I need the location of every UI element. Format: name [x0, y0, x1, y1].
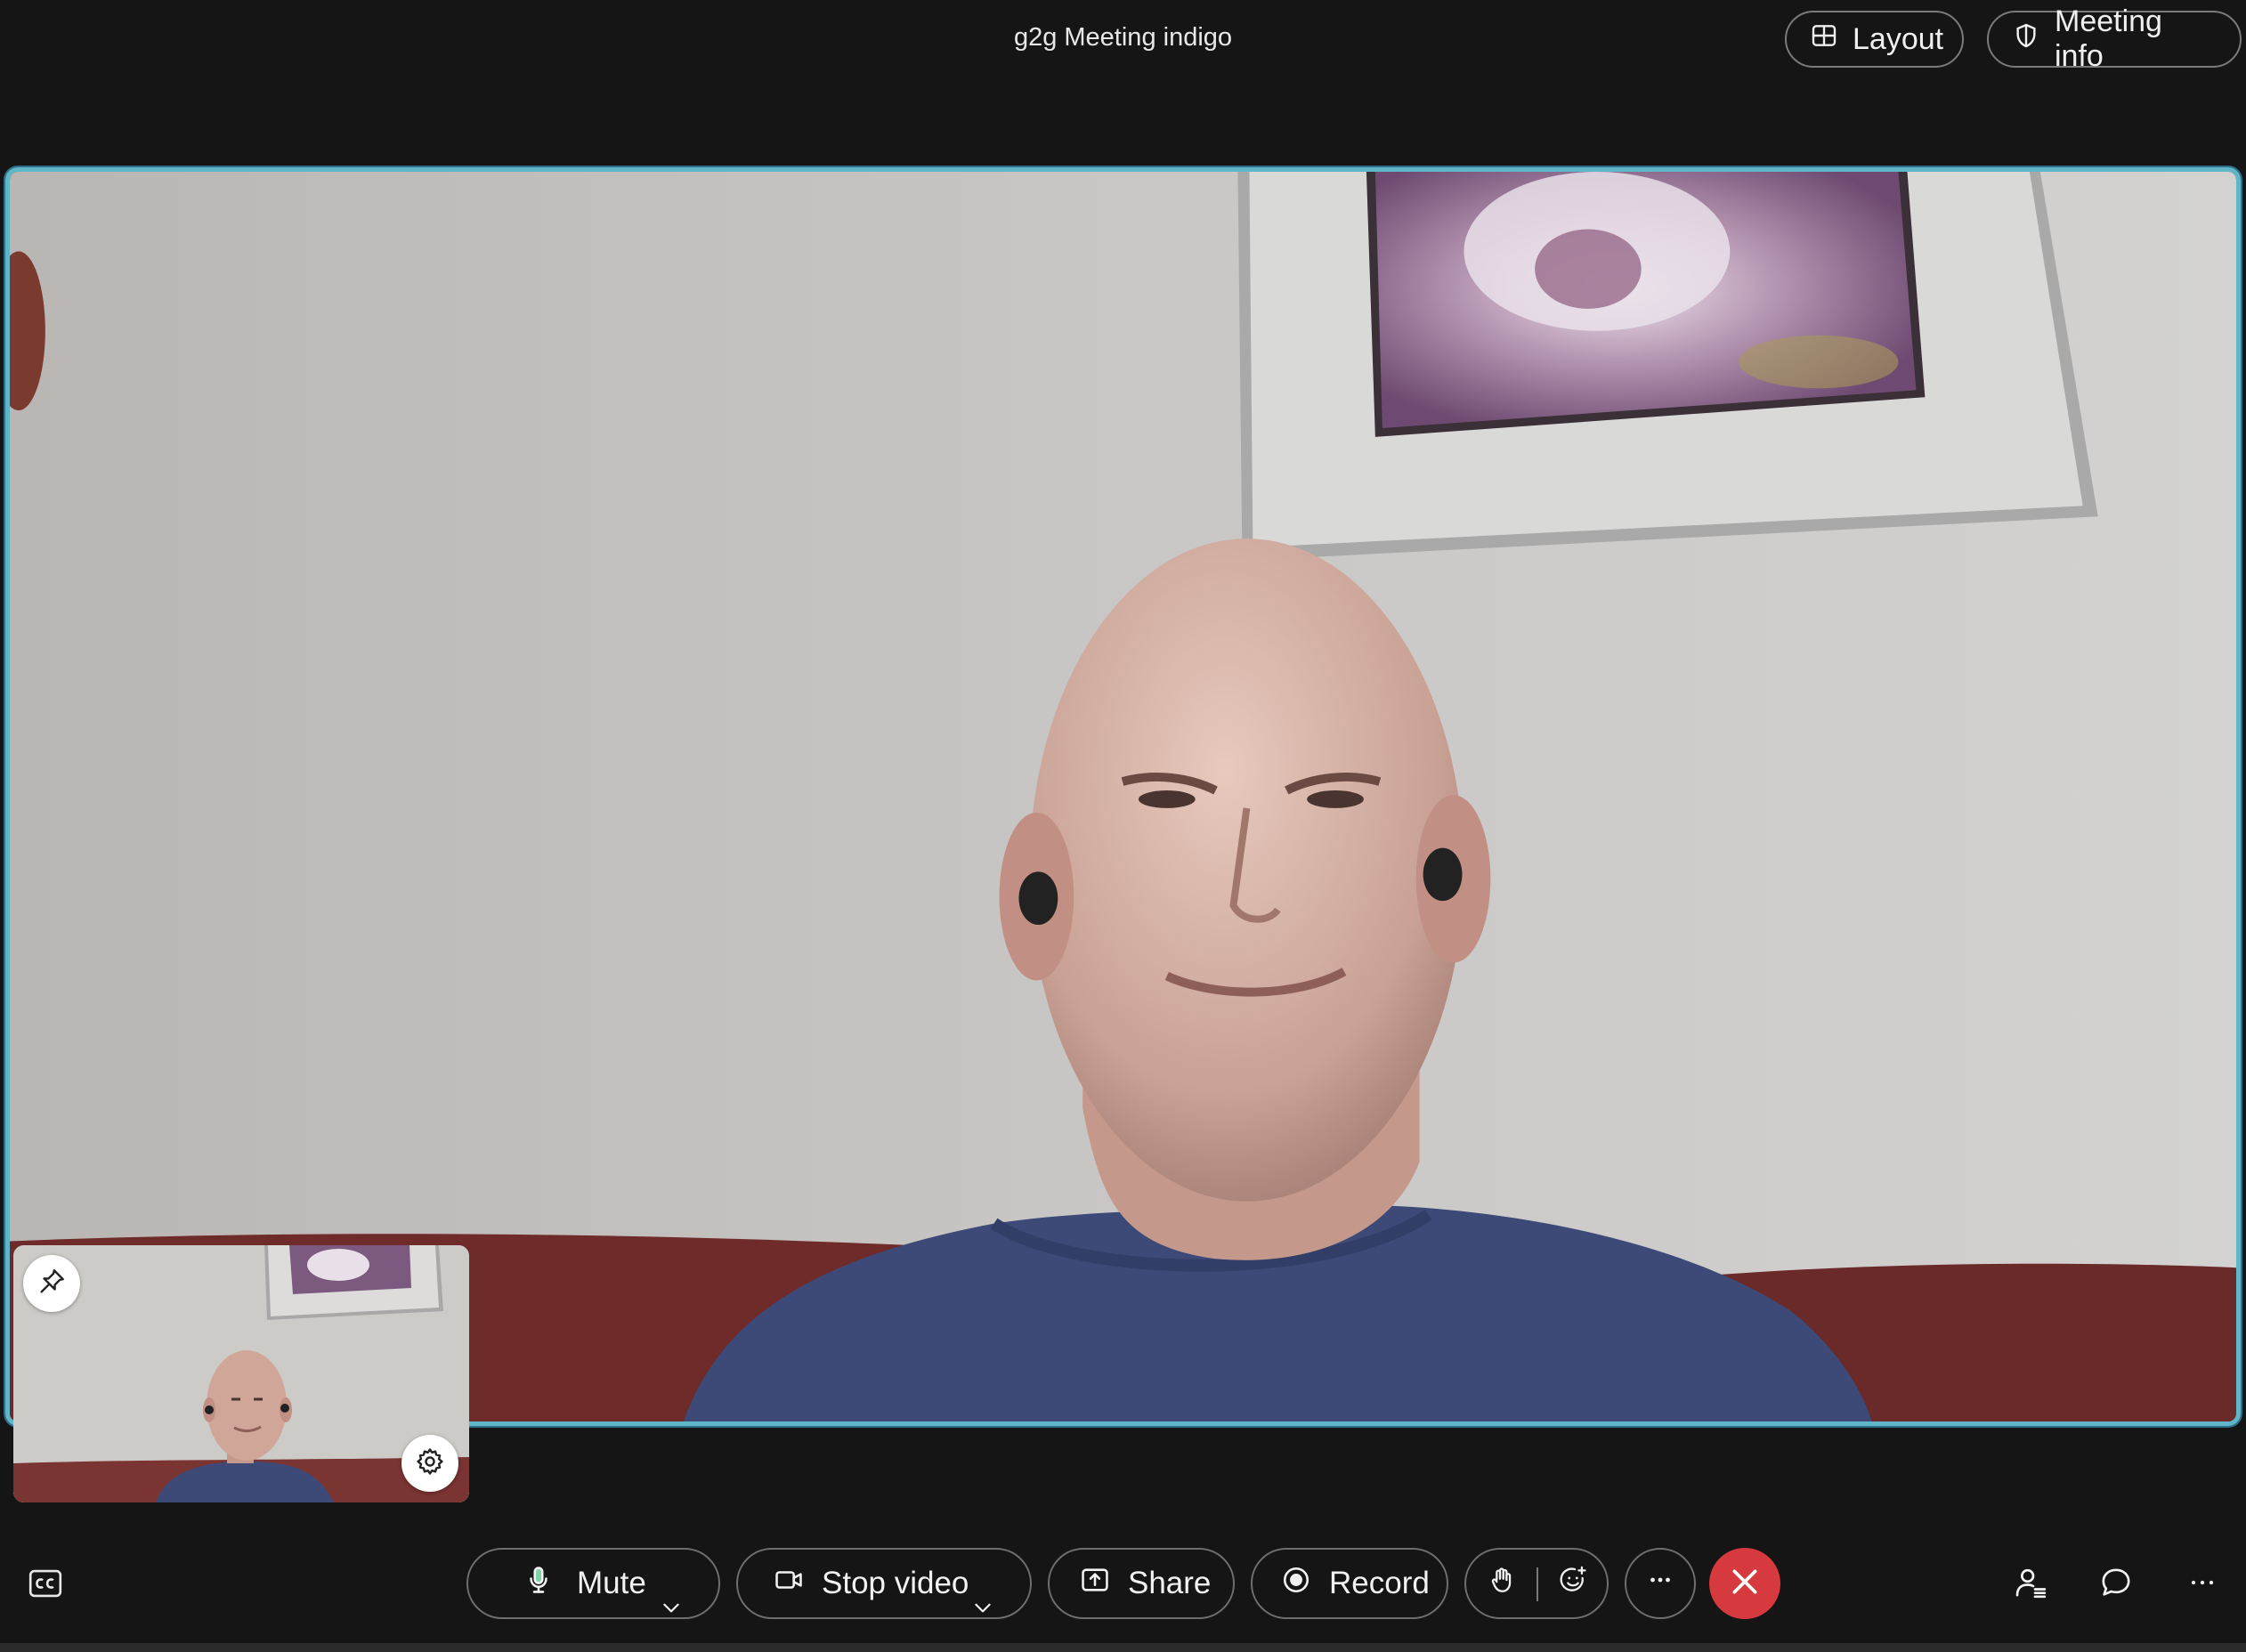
- pin-icon: [36, 1267, 67, 1301]
- layout-grid-icon: [1810, 21, 1838, 58]
- window-bottom-edge: [0, 1643, 2246, 1652]
- emoji-reaction-icon: [1558, 1565, 1588, 1603]
- gear-icon: [415, 1446, 445, 1481]
- reactions-button[interactable]: [1537, 1550, 1609, 1617]
- share-screen-icon: [1080, 1565, 1110, 1603]
- overflow-menu-button[interactable]: [2183, 1565, 2222, 1604]
- reactions-group: [1464, 1548, 1609, 1619]
- record-button[interactable]: Record: [1251, 1548, 1448, 1619]
- share-label: Share: [1128, 1566, 1212, 1600]
- closed-captions-icon: [28, 1568, 62, 1603]
- shield-icon: [2012, 21, 2040, 58]
- close-icon: [1727, 1564, 1763, 1604]
- chat-bubble-icon: [2098, 1565, 2134, 1605]
- more-horizontal-icon: [1645, 1565, 1675, 1603]
- video-camera-icon: [774, 1565, 804, 1603]
- stop-video-button[interactable]: Stop video: [736, 1548, 1032, 1619]
- chevron-down-icon[interactable]: [663, 1573, 701, 1613]
- top-bar: g2g Meeting indigo Layout Meeting info: [0, 0, 2246, 98]
- participants-icon: [2013, 1565, 2048, 1605]
- meeting-controls-bar: Mute Stop video Share Record: [0, 1540, 2246, 1629]
- mute-label: Mute: [577, 1566, 646, 1600]
- share-button[interactable]: Share: [1048, 1548, 1235, 1619]
- self-view-tile[interactable]: [13, 1245, 469, 1502]
- more-options-button[interactable]: [1625, 1548, 1696, 1619]
- chat-button[interactable]: [2096, 1565, 2136, 1604]
- record-label: Record: [1329, 1566, 1430, 1600]
- more-horizontal-icon: [2185, 1565, 2220, 1605]
- meeting-window: g2g Meeting indigo Layout Meeting info M…: [0, 0, 2246, 1652]
- meeting-info-button[interactable]: Meeting info: [1987, 4, 2242, 73]
- pin-button[interactable]: [23, 1255, 80, 1312]
- self-view-settings-button[interactable]: [401, 1435, 458, 1492]
- participants-button[interactable]: [2011, 1565, 2050, 1604]
- layout-label: Layout: [1853, 21, 1944, 56]
- raise-hand-button[interactable]: [1466, 1550, 1537, 1617]
- main-video-tile[interactable]: [5, 167, 2241, 1426]
- microphone-icon: [523, 1565, 554, 1603]
- layout-button[interactable]: Layout: [1785, 11, 1964, 68]
- record-icon: [1281, 1565, 1311, 1603]
- closed-captions-button[interactable]: [27, 1567, 64, 1604]
- chevron-down-icon[interactable]: [975, 1573, 1012, 1613]
- end-call-button[interactable]: [1709, 1548, 1780, 1619]
- remote-participant-video: [10, 172, 2236, 1421]
- stop-video-label: Stop video: [822, 1566, 969, 1600]
- meeting-info-label: Meeting info: [2055, 4, 2162, 73]
- raise-hand-icon: [1487, 1565, 1517, 1603]
- mute-button[interactable]: Mute: [466, 1548, 720, 1619]
